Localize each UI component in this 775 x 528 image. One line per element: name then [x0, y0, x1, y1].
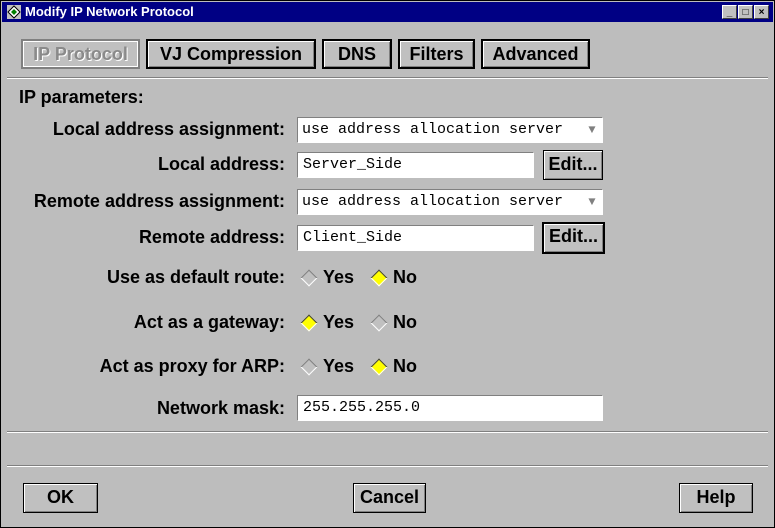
local-address-label: Local address:: [157, 154, 285, 174]
radio-label: No: [393, 312, 417, 332]
dialog-window: Modify IP Network Protocol _ □ × IP Prot…: [0, 0, 775, 528]
dropdown-arrow-icon[interactable]: ▼: [583, 119, 601, 141]
local-assignment-label: Local address assignment:: [52, 119, 285, 139]
local-assignment-select[interactable]: use address allocation server ▼: [297, 117, 603, 143]
default-route-label: Use as default route:: [106, 267, 285, 287]
proxy-arp-label: Act as proxy for ARP:: [99, 356, 285, 376]
tab-divider: [7, 77, 768, 79]
window-title: Modify IP Network Protocol: [25, 4, 194, 19]
radio-label: Yes: [323, 312, 355, 332]
maximize-icon[interactable]: □: [738, 5, 753, 19]
title-bar[interactable]: Modify IP Network Protocol _ □ ×: [2, 2, 773, 22]
radio-label: Yes: [323, 356, 355, 376]
radio-unselected-icon: [370, 314, 388, 331]
gateway-yes-radio[interactable]: Yes: [300, 312, 354, 333]
gateway-no-radio[interactable]: No: [370, 312, 417, 333]
minimize-icon[interactable]: _: [722, 5, 737, 19]
footer-divider: [7, 465, 768, 467]
default-route-yes-radio[interactable]: Yes: [300, 267, 354, 288]
radio-selected-icon: [370, 269, 388, 286]
remote-address-label: Remote address:: [138, 227, 285, 247]
gateway-label: Act as a gateway:: [133, 312, 285, 332]
radio-label: Yes: [323, 267, 355, 287]
radio-label: No: [393, 267, 417, 287]
local-assignment-value: use address allocation server: [302, 121, 564, 138]
network-mask-label: Network mask:: [156, 398, 285, 418]
radio-selected-icon: [300, 314, 318, 331]
remote-address-field[interactable]: Client_Side: [297, 225, 534, 251]
content-divider: [7, 431, 768, 433]
radio-label: No: [393, 356, 417, 376]
proxy-arp-no-radio[interactable]: No: [370, 356, 417, 377]
radio-unselected-icon: [300, 269, 318, 286]
cancel-button[interactable]: Cancel: [353, 483, 426, 513]
help-button[interactable]: Help: [679, 483, 753, 513]
remote-address-edit-button[interactable]: Edit...: [542, 222, 605, 254]
default-route-no-radio[interactable]: No: [370, 267, 417, 288]
section-title: IP parameters:: [19, 87, 144, 107]
close-icon[interactable]: ×: [754, 5, 769, 19]
ok-button[interactable]: OK: [23, 483, 98, 513]
local-address-edit-button[interactable]: Edit...: [543, 150, 603, 180]
tab-vj-compression[interactable]: VJ Compression: [146, 39, 316, 69]
remote-assignment-label: Remote address assignment:: [33, 191, 285, 211]
tab-ip-protocol[interactable]: IP Protocol: [21, 39, 140, 69]
network-mask-field[interactable]: 255.255.255.0: [297, 395, 603, 421]
radio-selected-icon: [370, 358, 388, 375]
window-controls: _ □ ×: [722, 5, 769, 19]
remote-assignment-select[interactable]: use address allocation server ▼: [297, 189, 603, 215]
radio-unselected-icon: [300, 358, 318, 375]
remote-assignment-value: use address allocation server: [302, 193, 564, 210]
proxy-arp-yes-radio[interactable]: Yes: [300, 356, 354, 377]
dropdown-arrow-icon[interactable]: ▼: [583, 191, 601, 213]
app-icon: [7, 5, 21, 19]
tab-dns[interactable]: DNS: [322, 39, 392, 69]
tab-filters[interactable]: Filters: [398, 39, 475, 69]
tab-advanced[interactable]: Advanced: [481, 39, 590, 69]
local-address-field[interactable]: Server_Side: [297, 152, 534, 178]
